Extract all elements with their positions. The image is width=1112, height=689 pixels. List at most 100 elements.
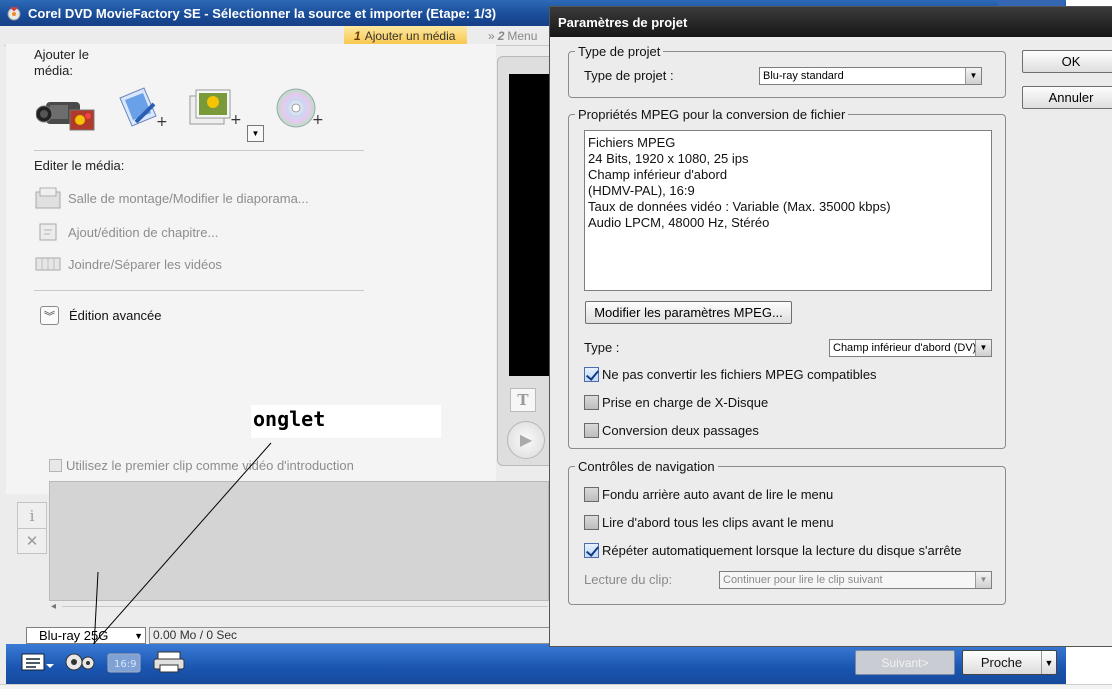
aspect-ratio-icon[interactable]: 16:9 [106, 650, 144, 674]
play-all-clips-label: Lire d'abord tous les clips avant le men… [602, 515, 834, 530]
auto-fade-checkbox[interactable]: Fondu arrière auto avant de lire le menu [584, 487, 833, 502]
scroll-left-icon[interactable]: ◂ [51, 601, 56, 612]
info-icon: i [29, 506, 35, 525]
step-tab-menu[interactable]: » 2 Menu [488, 26, 537, 45]
divider [34, 150, 364, 151]
dialog-titlebar[interactable]: Paramètres de projet [550, 7, 1112, 37]
play-all-clips-checkbox-box [584, 515, 599, 530]
join-split-video-label: Joindre/Séparer les vidéos [68, 256, 222, 272]
svg-text:+: + [230, 112, 242, 128]
auto-repeat-label: Répéter automatiquement lorsque la lectu… [602, 543, 962, 558]
play-icon: ▶ [519, 432, 533, 449]
project-type-label: Type de projet : [584, 68, 674, 83]
text-t-icon: T [517, 391, 529, 409]
taskbar-strip [0, 684, 1112, 689]
clip-playback-select[interactable]: Continuer pour lire le clip suivant ▼ [719, 571, 992, 589]
annotation-label: onglet [251, 405, 441, 438]
storyboard-edit-label: Salle de montage/Modifier le diaporama..… [68, 190, 309, 206]
mpeg-properties-legend: Propriétés MPEG pour la conversion de fi… [578, 107, 846, 122]
advanced-edit-toggle[interactable]: ︾ Édition avancée [40, 306, 162, 325]
import-video-file-icon[interactable]: + [116, 86, 168, 134]
two-pass-checkbox-box [584, 423, 599, 438]
timeline-side-buttons: i ✕ [17, 502, 47, 554]
disc-usage-value: 0.00 Mo / 0 Sec [153, 628, 238, 642]
auto-fade-checkbox-box [584, 487, 599, 502]
step1-label: Ajouter un média [364, 28, 456, 43]
info-button[interactable]: i [18, 503, 46, 528]
camcorder-icon[interactable] [36, 92, 96, 136]
storyboard-edit-item[interactable]: Salle de montage/Modifier le diaporama..… [34, 186, 309, 210]
double-chevron-icon: » [488, 28, 495, 43]
dialog-title: Paramètres de projet [558, 14, 688, 30]
modify-mpeg-settings-button[interactable]: Modifier les paramètres MPEG... [585, 301, 792, 324]
play-button[interactable]: ▶ [507, 421, 545, 459]
svg-text:16:9: 16:9 [114, 659, 136, 670]
chevron-down-icon: ▼ [975, 572, 991, 588]
step1-number: 1 [354, 28, 361, 43]
close-button[interactable]: Proche ▼ [962, 650, 1057, 675]
intro-clip-checkbox-box [49, 459, 62, 472]
auto-repeat-checkbox[interactable]: Répéter automatiquement lorsque la lectu… [584, 543, 961, 558]
add-media-label: Ajouter le média: [34, 47, 89, 78]
triangle-down-icon: ▼ [251, 129, 260, 138]
corel-app-icon [7, 6, 21, 21]
field-type-select[interactable]: Champ inférieur d'abord (DV) ▼ [829, 339, 992, 357]
intro-clip-checkbox[interactable]: Utilisez le premier clip comme vidéo d'i… [49, 458, 354, 473]
xdisc-support-checkbox-box [584, 395, 599, 410]
svg-text:+: + [156, 114, 168, 130]
photo-options-dropdown-button[interactable]: ▼ [247, 125, 264, 142]
project-type-select[interactable]: Blu-ray standard ▼ [759, 67, 982, 85]
chapter-edit-label: Ajout/édition de chapitre... [68, 224, 219, 240]
double-chevron-down-icon: ︾ [40, 306, 59, 325]
import-disc-icon[interactable]: + [274, 88, 328, 134]
printer-icon[interactable] [152, 650, 188, 674]
project-type-legend: Type de projet [578, 44, 661, 59]
ok-button[interactable]: OK [1022, 50, 1112, 73]
chevron-down-icon: ▼ [965, 68, 981, 84]
disc-type-select[interactable]: Blu-ray 25G ▼ [26, 627, 146, 644]
intro-clip-label: Utilisez le premier clip comme vidéo d'i… [66, 458, 354, 473]
film-edit-icon [35, 187, 61, 209]
auto-fade-label: Fondu arrière auto avant de lire le menu [602, 487, 834, 502]
disc-usage-bar: 0.00 Mo / 0 Sec [149, 627, 551, 644]
disc-type-value: Blu-ray 25G [39, 628, 109, 643]
project-type-value: Blu-ray standard [763, 70, 844, 82]
settings-gear-icon[interactable] [62, 650, 98, 674]
clip-playback-label: Lecture du clip: [584, 572, 673, 587]
chevron-down-icon: ▼ [975, 340, 991, 356]
delete-clip-button[interactable]: ✕ [18, 528, 46, 553]
field-type-value: Champ inférieur d'abord (DV) [833, 342, 977, 354]
divider [34, 290, 364, 291]
cancel-button-label: Annuler [1048, 90, 1094, 105]
clip-timeline[interactable] [49, 481, 549, 601]
close-icon: ✕ [25, 532, 39, 550]
chapter-edit-item[interactable]: Ajout/édition de chapitre... [34, 220, 218, 244]
edit-media-label: Editer le média: [34, 158, 125, 173]
advanced-edit-label: Édition avancée [69, 308, 162, 323]
project-menu-icon[interactable] [20, 650, 54, 674]
next-button-label: Suivant> [881, 655, 929, 670]
title-text-button[interactable]: T [510, 388, 536, 412]
import-photo-icon[interactable]: + [188, 86, 244, 132]
mpeg-info-textbox[interactable]: Fichiers MPEG 24 Bits, 1920 x 1080, 25 i… [584, 130, 992, 291]
mpeg-info-line: Audio LPCM, 48000 Hz, Stéréo [588, 215, 770, 230]
chevron-down-icon[interactable]: ▼ [1041, 651, 1056, 674]
mpeg-info-line: Champ inférieur d'abord [588, 167, 728, 182]
two-pass-checkbox[interactable]: Conversion deux passages [584, 423, 759, 438]
cancel-button[interactable]: Annuler [1022, 86, 1112, 109]
two-pass-label: Conversion deux passages [602, 423, 759, 438]
chevron-down-icon: ▼ [134, 631, 143, 641]
play-all-clips-checkbox[interactable]: Lire d'abord tous les clips avant le men… [584, 515, 834, 530]
join-split-video-item[interactable]: Joindre/Séparer les vidéos [34, 252, 222, 276]
join-split-icon [35, 257, 61, 271]
no-convert-mpeg-checkbox[interactable]: Ne pas convertir les fichiers MPEG compa… [584, 367, 877, 382]
mpeg-info-line: Fichiers MPEG [588, 135, 676, 150]
step-tab-add-media[interactable]: 1 Ajouter un média [344, 26, 468, 45]
steps-bar: 1 Ajouter un média » 2 Menu [4, 26, 564, 46]
timeline-scrollbar[interactable] [62, 606, 548, 607]
no-convert-mpeg-label: Ne pas convertir les fichiers MPEG compa… [602, 367, 877, 382]
main-window-title: Corel DVD MovieFactory SE - Sélectionner… [28, 5, 497, 21]
auto-repeat-checkbox-box [584, 543, 599, 558]
xdisc-support-checkbox[interactable]: Prise en charge de X-Disque [584, 395, 768, 410]
next-button[interactable]: Suivant> [855, 650, 955, 675]
